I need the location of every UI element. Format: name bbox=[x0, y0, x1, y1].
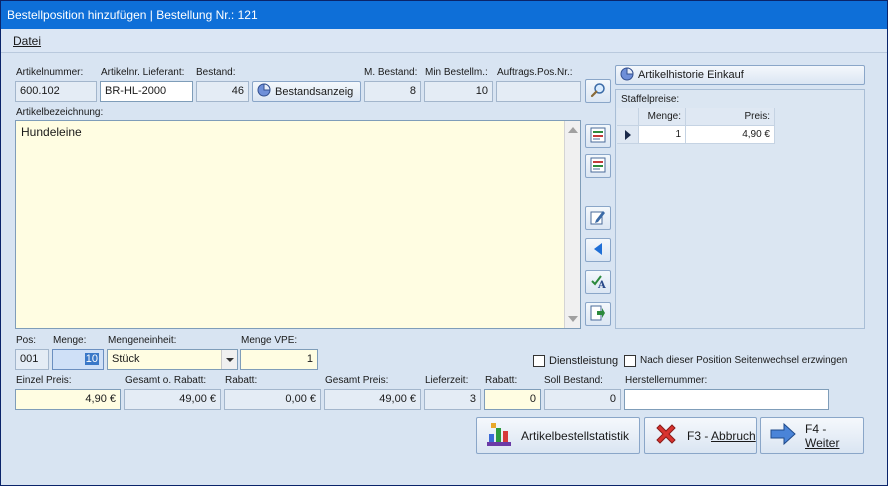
back-button[interactable] bbox=[585, 238, 611, 262]
gesamt-preis-label: Gesamt Preis: bbox=[325, 375, 389, 386]
close-icon bbox=[653, 421, 679, 450]
einzel-preis-field[interactable]: 4,90 € bbox=[15, 389, 121, 410]
dienstleistung-label: Dienstleistung bbox=[549, 355, 619, 367]
title-bar: Bestellposition hinzufügen | Bestellung … bbox=[1, 1, 887, 29]
vertical-scrollbar[interactable] bbox=[564, 121, 580, 328]
menge-label: Menge: bbox=[53, 335, 87, 346]
staffelpreise-label: Staffelpreise: bbox=[621, 94, 680, 105]
seitenwechsel-checkbox[interactable] bbox=[624, 355, 636, 367]
artikelnr-lieferant-label: Artikelnr. Lieferant: bbox=[101, 67, 185, 78]
lieferzeit-field[interactable]: 3 bbox=[424, 389, 481, 410]
min-bestellmenge-field: 10 bbox=[424, 81, 493, 102]
gesamt-o-rabatt-field: 49,00 € bbox=[124, 389, 221, 410]
grid-header: Menge: Preis: bbox=[617, 108, 863, 126]
abbruch-button[interactable]: F3 - Abbruch bbox=[644, 417, 757, 454]
soll-bestand-label: Soll Bestand: bbox=[544, 375, 603, 386]
mengeneinheit-label: Mengeneinheit: bbox=[108, 335, 177, 346]
bestand-label: Bestand: bbox=[196, 67, 236, 78]
soll-bestand-field: 0 bbox=[544, 389, 621, 410]
dialog-window: Bestellposition hinzufügen | Bestellung … bbox=[0, 0, 888, 486]
row-indicator bbox=[617, 126, 639, 144]
text-block-button[interactable] bbox=[585, 154, 611, 178]
pos-label: Pos: bbox=[16, 335, 37, 346]
pos-field[interactable]: 001 bbox=[15, 349, 49, 370]
menge-value: 10 bbox=[84, 353, 99, 365]
dropdown-button[interactable] bbox=[221, 350, 237, 369]
artikelnr-lieferant-field[interactable]: BR-HL-2000 bbox=[100, 81, 193, 102]
menu-bar: Datei bbox=[1, 29, 887, 53]
search-button[interactable] bbox=[585, 79, 611, 103]
pie-chart-icon bbox=[620, 66, 634, 84]
auftrags-pos-field[interactable] bbox=[496, 81, 581, 102]
auftrags-pos-label: Auftrags.Pos.Nr.: bbox=[497, 67, 573, 78]
window-title: Bestellposition hinzufügen | Bestellung … bbox=[7, 8, 258, 22]
rabatt-betrag-field: 0,00 € bbox=[224, 389, 321, 410]
pie-chart-icon bbox=[257, 83, 271, 100]
chevron-down-icon bbox=[226, 358, 234, 362]
insert-text-button[interactable] bbox=[585, 124, 611, 148]
herstellernummer-field[interactable] bbox=[624, 389, 829, 410]
bar-chart-icon bbox=[485, 420, 513, 451]
artikelhistorie-einkauf-button[interactable]: Artikelhistorie Einkauf bbox=[615, 65, 865, 85]
weiter-label: F4 - Weiter bbox=[805, 421, 840, 450]
text-block-icon bbox=[590, 157, 606, 176]
m-bestand-field: 8 bbox=[364, 81, 421, 102]
grid-corner bbox=[617, 108, 639, 126]
grid-header-menge: Menge: bbox=[639, 108, 686, 126]
artikelbestellstatistik-button[interactable]: Artikelbestellstatistik bbox=[476, 417, 640, 454]
einzel-preis-label: Einzel Preis: bbox=[16, 375, 72, 386]
triangle-left-icon bbox=[592, 242, 604, 259]
seitenwechsel-label: Nach dieser Position Seitenwechsel erzwi… bbox=[640, 355, 848, 366]
menge-vpe-label: Menge VPE: bbox=[241, 335, 298, 346]
bestandsanzeige-button[interactable]: Bestandsanzeig bbox=[252, 81, 361, 102]
m-bestand-label: M. Bestand: bbox=[364, 67, 418, 78]
export-arrow-icon bbox=[590, 305, 606, 324]
dienstleistung-checkbox[interactable] bbox=[533, 355, 545, 367]
rabatt-field[interactable]: 0 bbox=[484, 389, 541, 410]
min-bestellmenge-label: Min Bestellm.: bbox=[425, 67, 488, 78]
bestand-field: 46 bbox=[196, 81, 249, 102]
svg-text:A: A bbox=[597, 280, 606, 289]
spellcheck-button[interactable]: A bbox=[585, 270, 611, 294]
artikelbezeichnung-text: Hundeleine bbox=[21, 125, 82, 139]
menge-field[interactable]: 10 bbox=[52, 349, 104, 370]
menge-vpe-field[interactable]: 1 bbox=[240, 349, 318, 370]
gesamt-preis-field: 49,00 € bbox=[324, 389, 421, 410]
grid-cell-menge[interactable]: 1 bbox=[639, 126, 686, 144]
artikelbezeichnung-label: Artikelbezeichnung: bbox=[16, 107, 104, 118]
arrow-right-icon bbox=[769, 422, 797, 449]
weiter-button[interactable]: F4 - Weiter bbox=[760, 417, 864, 454]
artikelhistorie-label: Artikelhistorie Einkauf bbox=[638, 69, 744, 81]
export-button[interactable] bbox=[585, 302, 611, 326]
artikelbezeichnung-textarea[interactable]: Hundeleine bbox=[15, 120, 581, 329]
mengeneinheit-value: Stück bbox=[112, 353, 140, 365]
row-selector-icon bbox=[625, 130, 631, 140]
rabatt-betrag-label: Rabatt: bbox=[225, 375, 258, 386]
abbruch-label: F3 - Abbruch bbox=[687, 428, 756, 443]
rabatt-label: Rabatt: bbox=[485, 375, 518, 386]
bestandsanzeige-label: Bestandsanzeig bbox=[275, 85, 354, 98]
pencil-icon bbox=[590, 209, 606, 228]
lieferzeit-label: Lieferzeit: bbox=[425, 375, 469, 386]
artikelnummer-field[interactable]: 600.102 bbox=[15, 81, 97, 102]
grid-header-preis: Preis: bbox=[686, 108, 775, 126]
menu-datei[interactable]: Datei bbox=[13, 34, 41, 48]
edit-button[interactable] bbox=[585, 206, 611, 230]
artikelbestellstatistik-label: Artikelbestellstatistik bbox=[521, 428, 630, 443]
herstellernummer-label: Herstellernummer: bbox=[625, 375, 708, 386]
text-insert-icon bbox=[590, 127, 606, 146]
spellcheck-icon: A bbox=[590, 273, 606, 292]
scroll-up-icon[interactable] bbox=[568, 127, 578, 133]
mengeneinheit-select[interactable]: Stück bbox=[107, 349, 238, 370]
artikelnummer-label: Artikelnummer: bbox=[16, 67, 84, 78]
scroll-down-icon[interactable] bbox=[568, 316, 578, 322]
search-icon bbox=[590, 82, 606, 101]
gesamt-o-rabatt-label: Gesamt o. Rabatt: bbox=[125, 375, 207, 386]
grid-cell-preis[interactable]: 4,90 € bbox=[686, 126, 775, 144]
table-row[interactable]: 1 4,90 € bbox=[617, 126, 863, 144]
